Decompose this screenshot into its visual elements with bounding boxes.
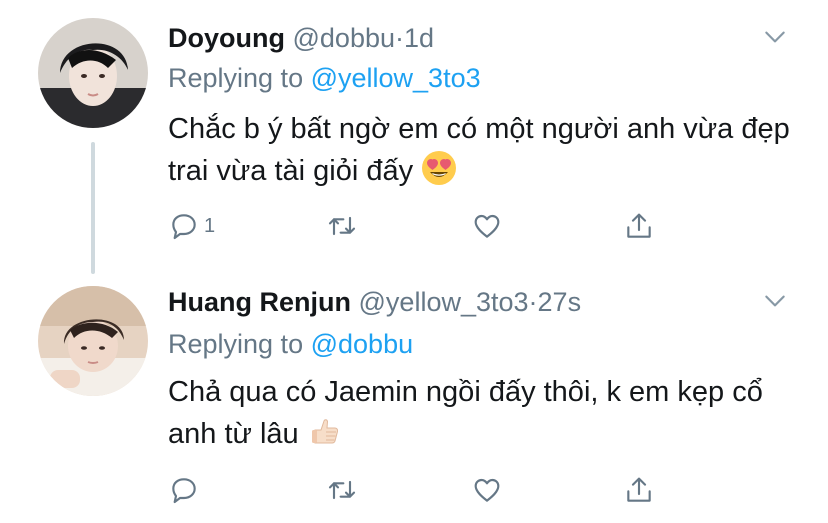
avatar[interactable] [38,18,148,128]
tweet-header: Doyoung @dobbu·1d [168,22,434,54]
tweet[interactable]: Doyoung @dobbu·1d Replying to @yellow_3t… [0,0,828,274]
chevron-down-icon[interactable] [762,288,788,314]
display-name[interactable]: Doyoung [168,23,285,53]
like-button[interactable] [471,472,507,508]
retweet-icon [328,480,356,500]
replying-to: Replying to @yellow_3to3 [168,62,481,94]
mention-link[interactable]: @dobbu [311,329,414,359]
reply-button[interactable]: 1 [168,208,215,244]
user-handle[interactable]: @yellow_3to3 [359,287,529,317]
reply-button[interactable] [168,472,204,508]
avatar-image [38,18,148,128]
like-button[interactable] [471,208,507,244]
timestamp[interactable]: 27s [538,287,582,317]
separator-dot: · [528,287,538,317]
avatar[interactable] [38,286,148,396]
tweet-text: Chắc b ý bất ngờ em có một người anh vừa… [168,108,808,198]
tweet-text-content: Chắc b ý bất ngờ em có một người anh vừa… [168,113,790,187]
tweet-text: Chả qua có Jaemin ngồi đấy thôi, k em kẹ… [168,371,808,461]
separator-dot: · [395,23,404,53]
reply-count: 1 [204,214,216,237]
chevron-down-icon[interactable] [762,24,788,50]
thumbs-up-emoji-icon [307,413,343,461]
heart-icon [474,478,500,502]
retweet-button[interactable] [326,472,362,508]
mention-link[interactable]: @yellow_3to3 [311,63,481,93]
display-name[interactable]: Huang Renjun [168,287,351,317]
retweet-button[interactable] [326,208,362,244]
share-button[interactable] [623,208,655,244]
reply-icon [172,214,196,240]
tweet-text-content: Chả qua có Jaemin ngồi đấy thôi, k em kẹ… [168,376,763,450]
reply-icon [172,478,196,504]
replying-to: Replying to @dobbu [168,328,413,360]
user-handle[interactable]: @dobbu [293,23,396,53]
tweet-actions [168,472,688,508]
replying-to-label: Replying to [168,329,304,359]
heart-icon [474,214,500,238]
heart-eyes-emoji-icon [421,150,457,198]
tweet-actions: 1 [168,208,688,244]
tweet-header: Huang Renjun @yellow_3to3·27s [168,286,581,318]
share-icon [627,213,651,238]
tweet[interactable]: Huang Renjun @yellow_3to3·27s Replying t… [0,266,828,523]
share-button[interactable] [623,472,655,508]
timestamp[interactable]: 1d [404,23,434,53]
share-icon [627,477,651,502]
retweet-icon [328,216,356,236]
thread-line [91,142,95,274]
replying-to-label: Replying to [168,63,304,93]
avatar-image [38,286,148,396]
